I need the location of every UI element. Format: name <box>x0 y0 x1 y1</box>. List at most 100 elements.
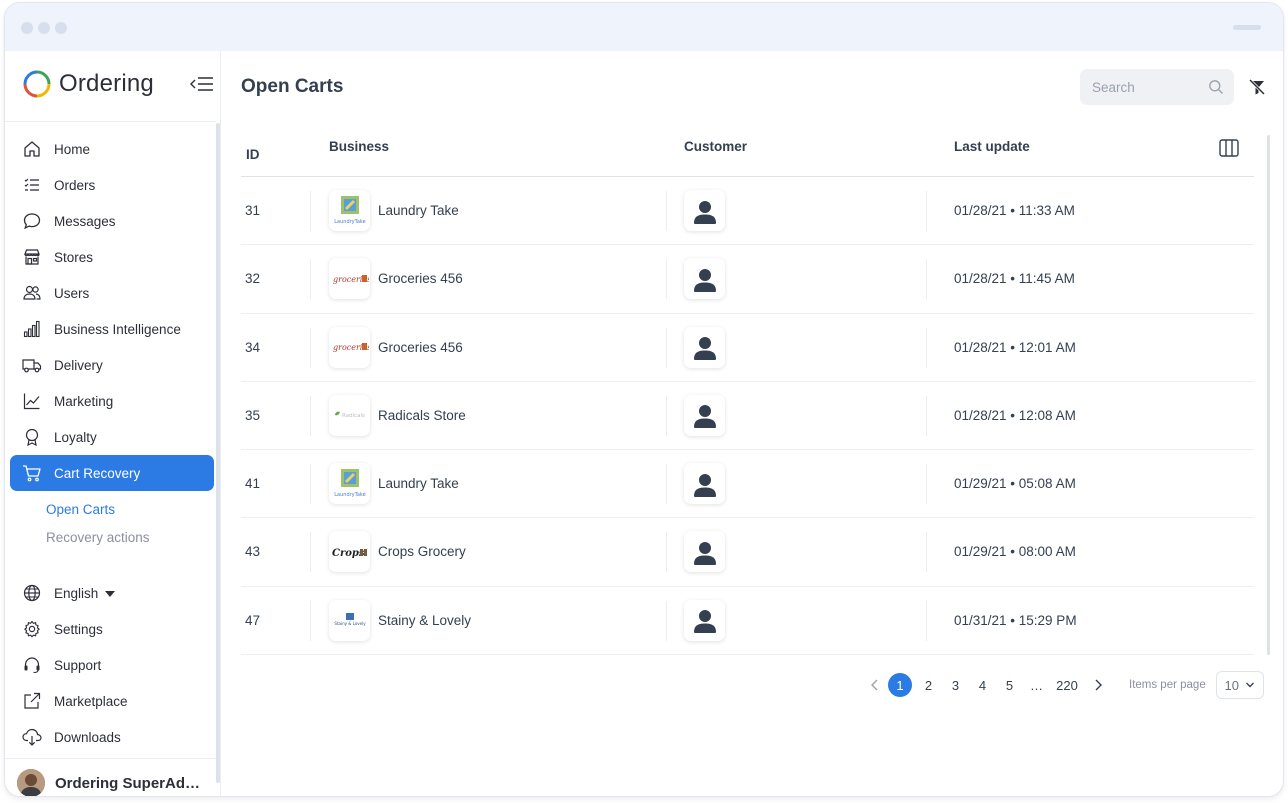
award-icon <box>22 427 42 447</box>
column-header-business[interactable]: Business <box>329 139 389 154</box>
column-divider <box>926 395 927 436</box>
search-input[interactable] <box>1092 79 1202 95</box>
customer-avatar <box>684 463 725 505</box>
page-button[interactable]: 2 <box>915 673 942 697</box>
column-divider <box>926 532 927 573</box>
last-update: 01/28/21 • 12:08 AM <box>954 407 1076 423</box>
sidebar-item-business-intelligence[interactable]: Business Intelligence <box>10 311 214 347</box>
prev-page-button[interactable] <box>861 673 888 697</box>
business-name: Groceries 456 <box>378 271 463 287</box>
sidebar-item-label: Business Intelligence <box>54 321 181 337</box>
sidebar-divider <box>5 121 216 122</box>
business-name: Laundry Take <box>378 203 459 218</box>
table-row[interactable]: 35 Radicals Radicals Store 01/28/21 • 12… <box>241 382 1254 451</box>
column-header-last-update[interactable]: Last update <box>954 139 1030 154</box>
user-divider <box>5 758 216 759</box>
last-update: 01/28/21 • 12:01 AM <box>954 339 1076 355</box>
table-row[interactable]: 32 groceries Groceries 456 01/28/21 • 11… <box>241 245 1254 314</box>
column-divider <box>926 464 927 505</box>
column-divider <box>666 532 667 573</box>
user-icon <box>693 337 716 361</box>
columns-toggle-button[interactable] <box>1218 137 1240 159</box>
window-dot-close[interactable] <box>21 22 33 34</box>
business-logo: LaundryTake <box>329 463 370 505</box>
gear-icon <box>22 619 42 639</box>
external-link-icon <box>22 691 42 711</box>
sidebar-item-support[interactable]: Support <box>10 647 214 683</box>
sidebar-item-cart-recovery[interactable]: Cart Recovery <box>10 455 214 491</box>
column-header-id[interactable]: ID <box>246 147 260 162</box>
business-logo: Crops <box>329 531 370 573</box>
customer-avatar <box>684 599 725 641</box>
column-divider <box>310 327 311 368</box>
open-carts-table: ID Business Customer Last update 31 Laun… <box>241 123 1254 656</box>
table-row[interactable]: 43 Crops Crops Grocery 01/29/21 • 08:00 … <box>241 518 1254 587</box>
window-dot-minimize[interactable] <box>38 22 50 34</box>
sidebar-item-home[interactable]: Home <box>10 131 214 167</box>
page-button[interactable]: 220 <box>1050 673 1084 697</box>
svg-text:LaundryTake: LaundryTake <box>334 219 365 225</box>
table-scrollbar[interactable] <box>1267 135 1270 655</box>
sidebar-item-stores[interactable]: Stores <box>10 239 214 275</box>
cart-id: 34 <box>245 339 261 355</box>
business-logo: Radicals <box>329 394 370 436</box>
cart-id: 41 <box>245 476 261 492</box>
cart-id: 31 <box>245 203 261 218</box>
items-per-page-select[interactable]: 10 <box>1215 671 1264 699</box>
sidebar-item-loyalty[interactable]: Loyalty <box>10 419 214 455</box>
page-button[interactable]: 3 <box>942 673 969 697</box>
clear-filter-button[interactable] <box>1247 77 1267 97</box>
column-divider <box>310 464 311 505</box>
column-header-customer[interactable]: Customer <box>684 139 747 154</box>
table-row[interactable]: 31 LaundryTake Laundry Take 01/28/21 • 1… <box>241 177 1254 246</box>
page-button[interactable]: 4 <box>969 673 996 697</box>
user-profile[interactable]: Ordering SuperAd… <box>17 767 200 796</box>
sidebar-item-marketplace[interactable]: Marketplace <box>10 683 214 719</box>
page-button-current[interactable]: 1 <box>888 673 912 697</box>
collapse-sidebar-button[interactable] <box>189 75 215 93</box>
business-name: Groceries 456 <box>378 339 463 355</box>
table-row[interactable]: 41 LaundryTake Laundry Take 01/29/21 • 0… <box>241 450 1254 519</box>
column-divider <box>926 600 927 641</box>
window-dot-maximize[interactable] <box>55 22 67 34</box>
sidebar-item-label: Settings <box>54 621 103 637</box>
page-title: Open Carts <box>241 76 344 97</box>
page-button[interactable]: 5 <box>996 673 1023 697</box>
column-divider <box>310 600 311 641</box>
sidebar-item-messages[interactable]: Messages <box>10 203 214 239</box>
graph-icon <box>22 391 42 411</box>
globe-icon <box>22 583 42 603</box>
search-box[interactable] <box>1080 69 1234 105</box>
subitem-recovery-actions[interactable]: Recovery actions <box>10 523 214 551</box>
sidebar-item-label: Home <box>54 141 91 157</box>
svg-text:Crops: Crops <box>332 548 365 559</box>
sidebar-scrollbar[interactable] <box>216 123 220 783</box>
collapse-menu-icon <box>190 77 213 91</box>
language-selector[interactable]: English <box>10 575 214 611</box>
next-page-button[interactable] <box>1084 673 1111 697</box>
headset-icon <box>22 655 42 675</box>
sidebar-item-downloads[interactable]: Downloads <box>10 719 214 755</box>
sidebar-item-label: Loyalty <box>54 429 97 445</box>
sidebar-item-marketing[interactable]: Marketing <box>10 383 214 419</box>
svg-text:Radicals: Radicals <box>342 413 365 419</box>
customer-avatar <box>684 190 725 231</box>
sidebar-item-orders[interactable]: Orders <box>10 167 214 203</box>
sidebar-item-settings[interactable]: Settings <box>10 611 214 647</box>
cloud-download-icon <box>22 727 42 747</box>
customer-avatar <box>684 394 725 436</box>
user-icon <box>693 268 716 292</box>
business-name: Stainy & Lovely <box>378 612 472 628</box>
business-logo: groceries <box>329 258 370 300</box>
table-header: ID Business Customer Last update <box>241 123 1254 177</box>
brand[interactable]: Ordering <box>23 67 154 101</box>
search-icon[interactable] <box>1208 79 1224 100</box>
sidebar-item-users[interactable]: Users <box>10 275 214 311</box>
sidebar-item-delivery[interactable]: Delivery <box>10 347 214 383</box>
last-update: 01/31/21 • 15:29 PM <box>954 612 1077 628</box>
table-row[interactable]: 34 groceries Groceries 456 01/28/21 • 12… <box>241 314 1254 382</box>
cart-id: 47 <box>245 612 261 628</box>
table-row[interactable]: 47 Stainy & Lovely Stainy & Lovely 01/31… <box>241 587 1254 656</box>
subitem-open-carts[interactable]: Open Carts <box>10 495 214 523</box>
brand-name: Ordering <box>59 70 154 97</box>
